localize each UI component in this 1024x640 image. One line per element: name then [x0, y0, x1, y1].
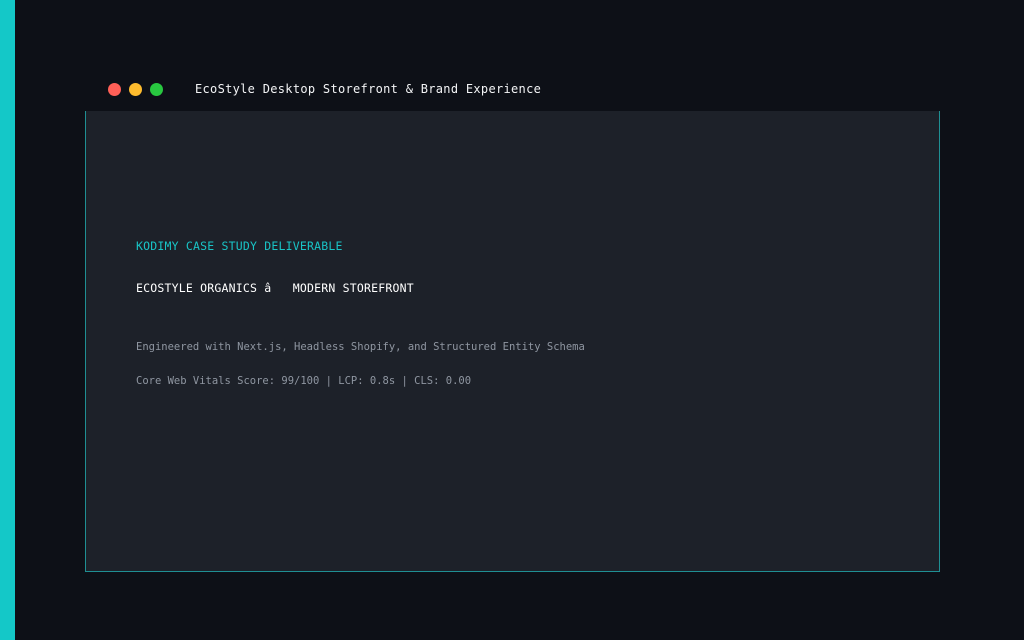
accent-sidebar-bar: [0, 0, 15, 640]
maximize-dot-icon[interactable]: [150, 83, 163, 96]
case-study-eyebrow: KODIMY CASE STUDY DELIVERABLE: [136, 239, 343, 253]
content-panel: KODIMY CASE STUDY DELIVERABLE ECOSTYLE O…: [85, 111, 940, 572]
app-window: EcoStyle Desktop Storefront & Brand Expe…: [85, 70, 940, 573]
minimize-dot-icon[interactable]: [129, 83, 142, 96]
close-dot-icon[interactable]: [108, 83, 121, 96]
tech-stack-line: Engineered with Next.js, Headless Shopif…: [136, 341, 585, 353]
window-titlebar: EcoStyle Desktop Storefront & Brand Expe…: [85, 70, 940, 111]
page-headline: ECOSTYLE ORGANICS â MODERN STOREFRONT: [136, 281, 414, 295]
window-controls: [108, 83, 163, 96]
web-vitals-line: Core Web Vitals Score: 99/100 | LCP: 0.8…: [136, 375, 472, 387]
window-title: EcoStyle Desktop Storefront & Brand Expe…: [195, 82, 542, 96]
